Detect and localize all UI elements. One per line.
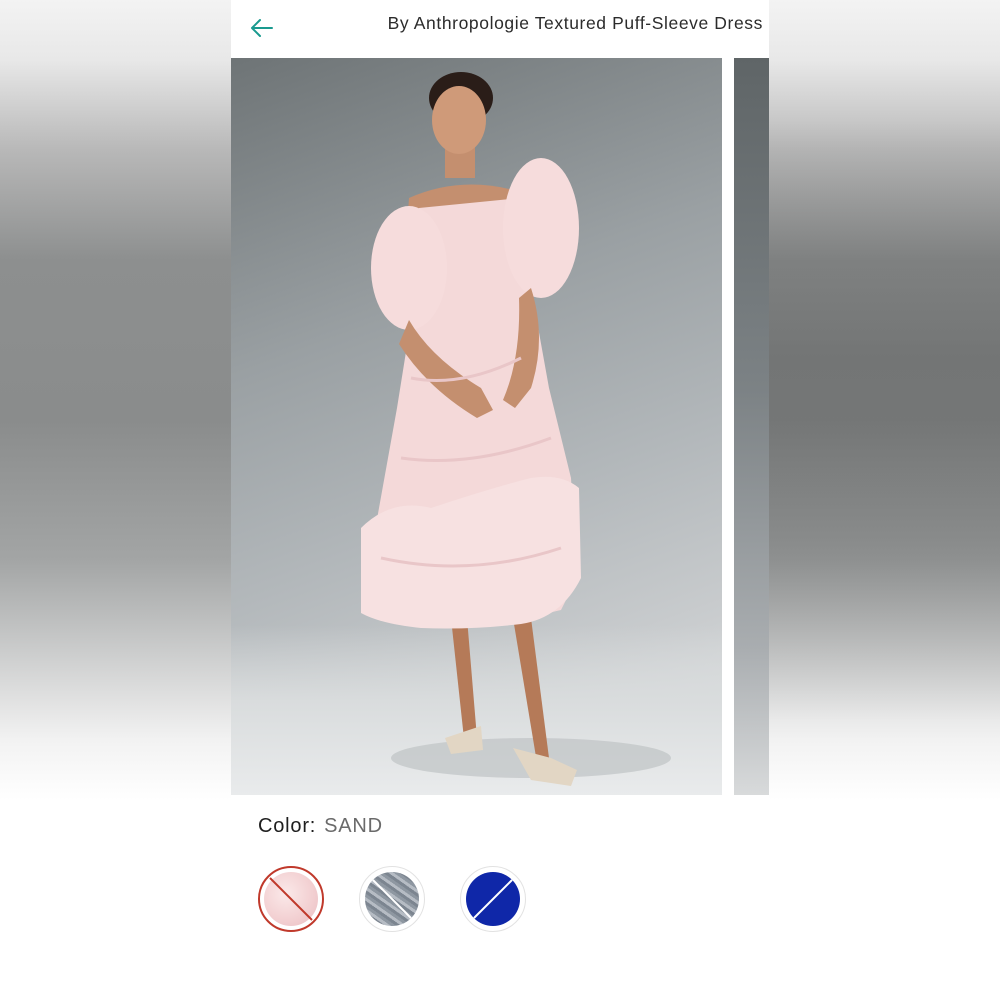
arrow-left-icon[interactable] <box>247 14 275 42</box>
selected-color-value: SAND <box>324 815 383 837</box>
color-selector-label: Color: SAND <box>258 815 383 838</box>
color-swatch-grey[interactable] <box>359 866 425 932</box>
product-image[interactable] <box>231 58 722 795</box>
color-swatch-blue[interactable] <box>460 866 526 932</box>
unavailable-slash-icon <box>372 879 412 919</box>
color-label: Color: <box>258 815 317 837</box>
product-title: By Anthropologie Textured Puff-Sleeve Dr… <box>387 13 763 33</box>
unavailable-slash-icon <box>473 879 513 919</box>
unavailable-slash-icon <box>269 877 313 921</box>
color-swatch-pink[interactable] <box>258 866 324 932</box>
next-image-peek[interactable] <box>734 58 769 795</box>
blurred-background-shade <box>769 120 1000 720</box>
product-page: By Anthropologie Textured Puff-Sleeve Dr… <box>231 0 769 1000</box>
top-bar: By Anthropologie Textured Puff-Sleeve Dr… <box>231 0 769 58</box>
model-illustration <box>361 72 671 786</box>
